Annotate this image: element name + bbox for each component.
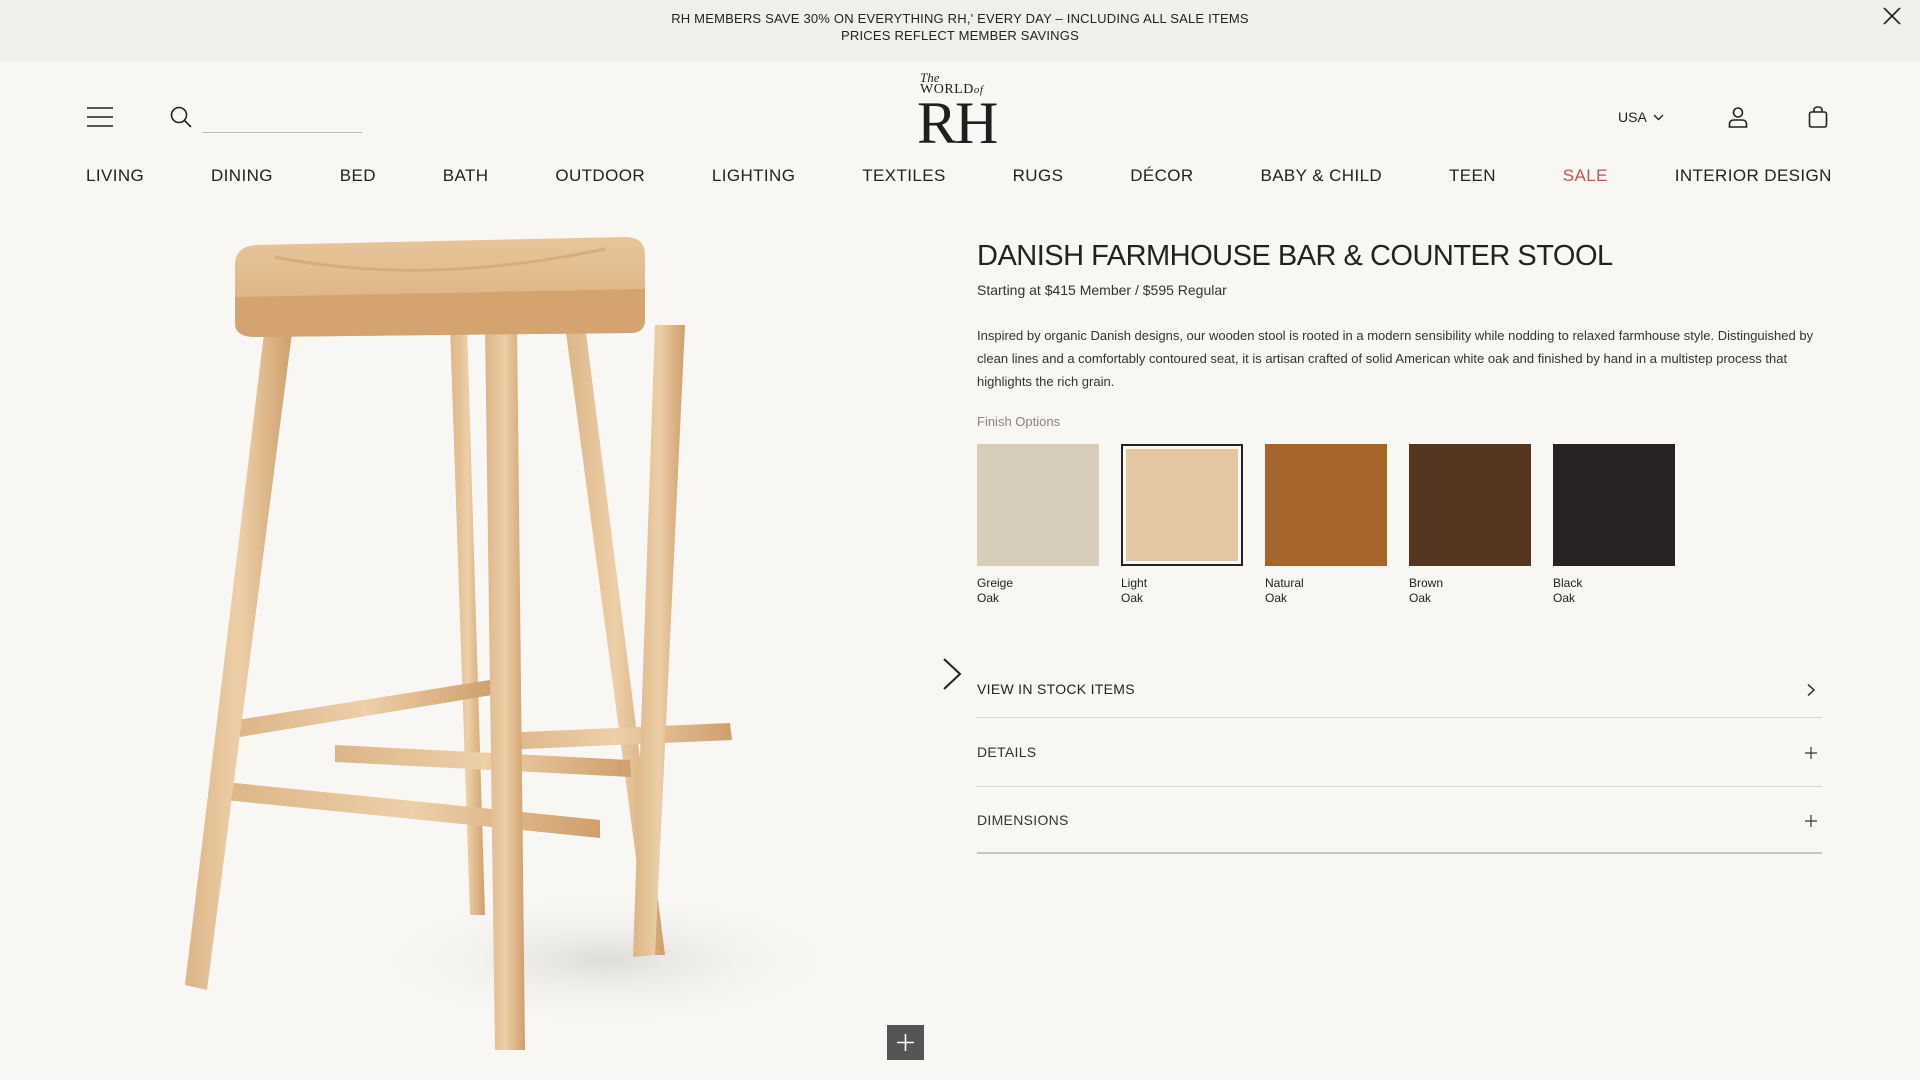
site-header: The WORLDof RH USA	[0, 61, 1920, 171]
finish-options-label: Finish Options	[977, 414, 1061, 429]
country-selector[interactable]: USA	[1618, 109, 1664, 125]
finish-swatch-black-oak[interactable]: Black Oak	[1553, 444, 1675, 606]
finish-swatch-light-oak[interactable]: Light Oak	[1121, 444, 1243, 606]
swatch-chip	[1553, 444, 1675, 566]
shopping-bag-icon[interactable]	[1806, 105, 1830, 129]
country-label: USA	[1618, 109, 1647, 125]
user-account-icon[interactable]	[1726, 105, 1750, 129]
product-info: DANISH FARMHOUSE BAR & COUNTER STOOL Sta…	[977, 240, 1822, 606]
promo-subtext: PRICES REFLECT MEMBER SAVINGS	[841, 28, 1079, 43]
nav-bath[interactable]: BATH	[443, 166, 489, 186]
product-title: DANISH FARMHOUSE BAR & COUNTER STOOL	[977, 240, 1613, 272]
swatch-chip	[977, 444, 1099, 566]
chevron-right-icon[interactable]	[940, 656, 964, 692]
swatch-label: Natural Oak	[1265, 576, 1304, 605]
nav-textiles[interactable]: TEXTILES	[862, 166, 946, 186]
promo-banner: RH MEMBERS SAVE 30% ON EVERYTHING RH,' E…	[0, 0, 1920, 61]
nav-teen[interactable]: TEEN	[1449, 166, 1496, 186]
logo-rh: RH	[917, 90, 998, 156]
close-icon[interactable]	[1880, 4, 1904, 28]
swatch-chip	[1121, 444, 1243, 566]
rh-logo[interactable]: The WORLDof RH	[915, 71, 1005, 161]
nav-decor[interactable]: DÉCOR	[1130, 166, 1193, 186]
plus-icon	[1805, 815, 1817, 827]
nav-dining[interactable]: DINING	[211, 166, 273, 186]
nav-living[interactable]: LIVING	[86, 166, 144, 186]
search-icon[interactable]	[169, 105, 193, 129]
primary-nav: LIVING DINING BED BATH OUTDOOR LIGHTING …	[86, 166, 1832, 186]
details-accordion[interactable]: DETAILS	[977, 718, 1822, 787]
plus-icon	[897, 1034, 914, 1051]
nav-bed[interactable]: BED	[340, 166, 376, 186]
product-price: Starting at $415 Member / $595 Regular	[977, 282, 1227, 298]
finish-swatch-natural-oak[interactable]: Natural Oak	[1265, 444, 1387, 606]
nav-lighting[interactable]: LIGHTING	[712, 166, 796, 186]
swatch-label: Greige Oak	[977, 576, 1014, 605]
search-input[interactable]	[202, 104, 362, 133]
nav-outdoor[interactable]: OUTDOOR	[555, 166, 645, 186]
finish-swatch-brown-oak[interactable]: Brown Oak	[1409, 444, 1531, 606]
swatch-label: Black Oak	[1553, 576, 1583, 605]
swatch-chip	[1265, 444, 1387, 566]
chevron-down-icon	[1653, 114, 1664, 120]
nav-rugs[interactable]: RUGS	[1013, 166, 1064, 186]
hamburger-menu-icon[interactable]	[86, 105, 114, 129]
promo-text: RH MEMBERS SAVE 30% ON EVERYTHING RH,' E…	[671, 11, 1249, 26]
details-label: DETAILS	[977, 744, 1037, 760]
product-image	[185, 237, 845, 1050]
chevron-right-icon	[1807, 683, 1816, 697]
zoom-button[interactable]	[887, 1025, 924, 1060]
finish-swatches: Greige Oak Light Oak Natural Oak Brown Oak B…	[977, 444, 1822, 606]
swatch-fill	[1126, 449, 1238, 561]
dimensions-label: DIMENSIONS	[977, 812, 1069, 828]
swatch-label: Brown Oak	[1409, 576, 1444, 605]
product-description: Inspired by organic Danish designs, our …	[977, 328, 1814, 389]
view-in-stock-label: VIEW IN STOCK ITEMS	[977, 681, 1135, 697]
finish-swatch-greige-oak[interactable]: Greige Oak	[977, 444, 1099, 606]
nav-sale[interactable]: SALE	[1563, 166, 1608, 186]
view-in-stock-items-row[interactable]: VIEW IN STOCK ITEMS	[977, 660, 1822, 718]
nav-baby-child[interactable]: BABY & CHILD	[1260, 166, 1382, 186]
swatch-chip	[1409, 444, 1531, 566]
dimensions-accordion[interactable]: DIMENSIONS	[977, 787, 1822, 854]
plus-icon	[1805, 747, 1817, 759]
nav-interior-design[interactable]: INTERIOR DESIGN	[1675, 166, 1832, 186]
swatch-label: Light Oak	[1121, 576, 1148, 605]
